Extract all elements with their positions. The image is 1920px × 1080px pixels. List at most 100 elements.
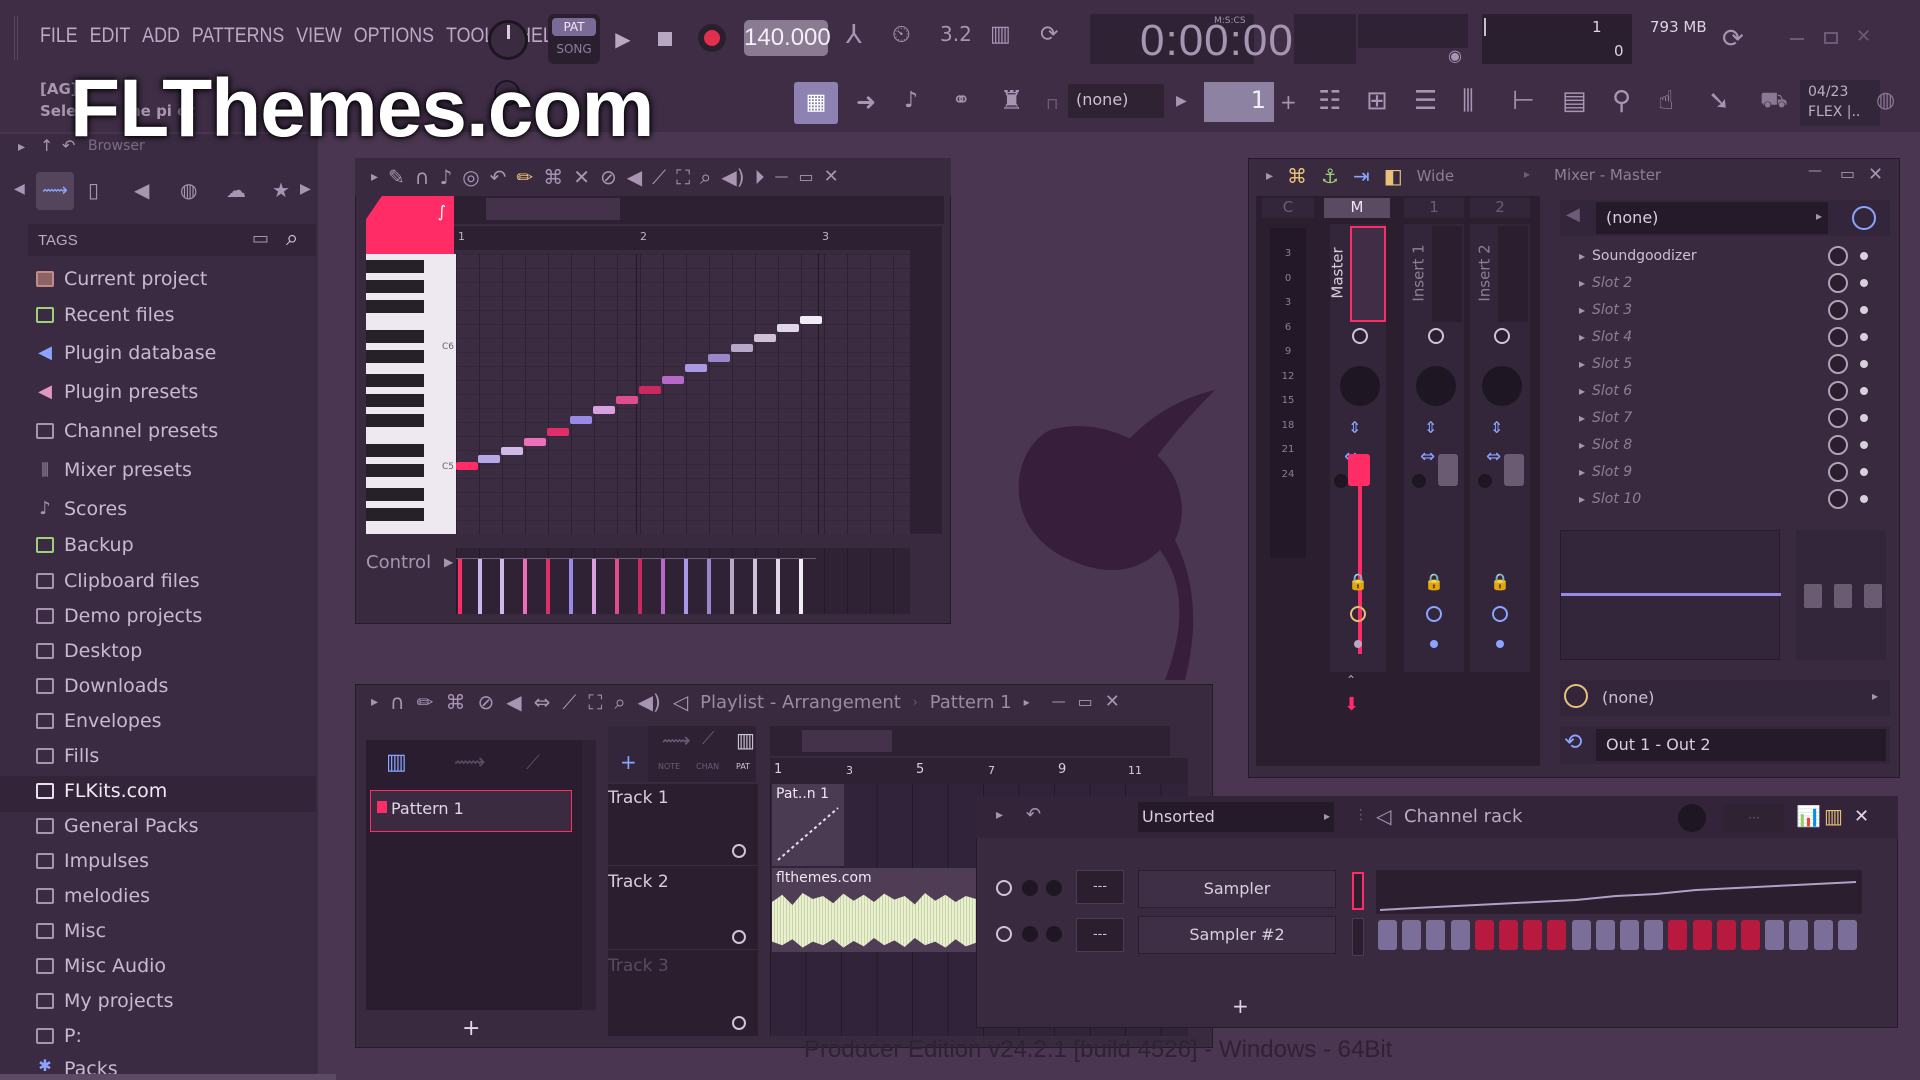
master-dot[interactable] xyxy=(1354,640,1362,648)
add-channel-icon[interactable]: + xyxy=(1232,996,1249,1016)
browser-item-p[interactable]: P: xyxy=(36,1025,82,1047)
pl-options-icon[interactable]: ▸ xyxy=(371,695,378,709)
slide-icon[interactable]: ♪ xyxy=(904,90,918,112)
pl-magnet-icon[interactable]: ∩ xyxy=(390,692,405,712)
note-grid[interactable] xyxy=(456,254,910,534)
slot-enable-icon[interactable] xyxy=(1858,358,1870,370)
pl-overview-window[interactable] xyxy=(802,730,892,752)
master-strip[interactable]: Master ⇕ ⇔ 🔒 xyxy=(1329,224,1386,672)
note[interactable] xyxy=(524,438,546,446)
record-button[interactable] xyxy=(698,24,726,52)
mixer-mode[interactable]: Wide xyxy=(1417,167,1454,185)
loop-record-icon[interactable]: ⟳ xyxy=(1040,24,1058,46)
pl-zoom-icon[interactable]: ⌕ xyxy=(614,692,625,712)
cr-close-icon[interactable]: ✕ xyxy=(1854,808,1869,826)
step-button[interactable] xyxy=(1692,920,1712,950)
wait-record-icon[interactable]: ⏲ xyxy=(892,22,911,46)
track-1-mute-icon[interactable] xyxy=(732,844,746,858)
pr-note-icon[interactable]: ♪ xyxy=(439,167,452,187)
minimize-icon[interactable] xyxy=(1790,38,1804,40)
browser-item-demo-projects[interactable]: Demo projects xyxy=(36,605,202,627)
playlist-pattern-selector[interactable]: Pattern 1 xyxy=(930,692,1012,713)
insert-2-swap-icon[interactable]: ⇔ xyxy=(1486,448,1501,466)
insert-1-knob-small[interactable] xyxy=(1412,474,1426,488)
stamp-icon[interactable]: ♜ xyxy=(1000,88,1023,114)
track-2-mute-icon[interactable] xyxy=(732,930,746,944)
step-button[interactable] xyxy=(1499,920,1518,950)
step-button[interactable] xyxy=(1474,920,1494,950)
ch2-enable-icon[interactable] xyxy=(996,926,1012,942)
pl-close-icon[interactable]: ✕ xyxy=(1105,693,1120,711)
insert-1-fader[interactable] xyxy=(1438,454,1458,486)
mixer-timer-icon[interactable] xyxy=(1852,206,1876,230)
search-icon[interactable]: ⌕ xyxy=(286,228,298,250)
slot-enable-icon[interactable] xyxy=(1858,304,1870,316)
slot-enable-icon[interactable] xyxy=(1858,439,1870,451)
speaker-mute-icon[interactable]: ◀ xyxy=(627,167,642,187)
browser-item-general-packs[interactable]: General Packs xyxy=(36,815,199,837)
step-button[interactable] xyxy=(1595,920,1615,950)
send-bar[interactable]: (none) ▸ xyxy=(1560,680,1890,716)
fx-slot-9[interactable]: ▸ Slot 9 xyxy=(1572,459,1872,485)
pr-target-icon[interactable]: ◎ xyxy=(462,167,479,187)
pl-speaker-icon[interactable]: ◁ xyxy=(673,692,688,712)
insert-2-stereo-icon[interactable]: ⇕ xyxy=(1490,420,1503,436)
velocity-lane[interactable] xyxy=(456,548,910,614)
pl-maximize-icon[interactable]: ▭ xyxy=(1078,694,1093,710)
folder-icon[interactable]: ▭ xyxy=(252,230,269,248)
close-icon[interactable]: ✕ xyxy=(1856,28,1871,46)
note[interactable] xyxy=(616,396,638,404)
menu-view[interactable]: VIEW xyxy=(296,24,342,48)
snap-selector[interactable]: (none) xyxy=(1068,84,1164,118)
note[interactable] xyxy=(639,386,661,394)
insert-1-swap-icon[interactable]: ⇔ xyxy=(1420,448,1435,466)
slot-enable-icon[interactable] xyxy=(1858,466,1870,478)
delete-icon[interactable]: ✕ xyxy=(573,167,590,187)
wrench-icon[interactable]: ✎ xyxy=(388,167,405,187)
mixer-preset-selector[interactable]: (none) xyxy=(1596,202,1828,234)
pr-close-icon[interactable]: ✕ xyxy=(824,168,839,186)
step-button[interactable] xyxy=(1644,920,1664,950)
step-button[interactable] xyxy=(1789,920,1809,950)
route-up-icon[interactable]: ⌃ xyxy=(1346,674,1356,686)
cr-undo-icon[interactable]: ↶ xyxy=(1026,806,1041,824)
menu-edit[interactable]: EDIT xyxy=(90,24,131,48)
mute-icon[interactable]: ⊘ xyxy=(600,167,617,187)
mixer-preset-arrow-icon[interactable]: ▸ xyxy=(1816,210,1822,222)
slot-enable-icon[interactable] xyxy=(1858,412,1870,424)
control-label[interactable]: Control xyxy=(366,552,431,573)
fx-slot-3[interactable]: ▸ Slot 3 xyxy=(1572,297,1872,323)
pr-arrow-icon[interactable]: ⏵ xyxy=(755,167,765,187)
step-button[interactable] xyxy=(1450,920,1470,950)
picker-pattern-icon[interactable]: ▥ xyxy=(386,752,407,774)
insert-2-lock-icon[interactable]: 🔒 xyxy=(1490,574,1510,590)
browser-item-misc-audio[interactable]: Misc Audio xyxy=(36,955,166,977)
note[interactable] xyxy=(456,462,478,470)
browser-item-flkits[interactable]: FLKits.com xyxy=(36,780,167,802)
step-button[interactable] xyxy=(1547,920,1567,950)
tempo-display[interactable]: 140.000 xyxy=(744,20,831,56)
output-bar[interactable]: ⟲ Out 1 - Out 2 xyxy=(1560,726,1890,764)
fx-slot-10[interactable]: ▸ Slot 10 xyxy=(1572,486,1872,512)
note[interactable] xyxy=(800,316,822,324)
insert-1-clock-icon[interactable] xyxy=(1426,606,1442,622)
step-button[interactable] xyxy=(1378,920,1397,950)
browser-item-desktop[interactable]: Desktop xyxy=(36,640,142,662)
step-button[interactable] xyxy=(1668,920,1688,950)
cloud-icon[interactable]: ☁ xyxy=(226,180,246,200)
track-1-header[interactable]: Track 1 xyxy=(608,784,758,866)
note[interactable] xyxy=(731,344,753,352)
fx-slot-6[interactable]: ▸ Slot 6 xyxy=(1572,378,1872,404)
browser-item-current-project[interactable]: Current project xyxy=(36,268,207,290)
insert-2-fader[interactable] xyxy=(1504,454,1524,486)
cr-graph-icon[interactable]: 📊 xyxy=(1796,806,1821,826)
slot-mix-knob[interactable] xyxy=(1828,273,1848,293)
browser-item-mixer-presets[interactable]: ⫼ Mixer presets xyxy=(36,459,192,481)
insert-2-strip[interactable]: Insert 2 ⇕ ⇔ 🔒 xyxy=(1470,224,1530,672)
master-lock-icon[interactable]: 🔒 xyxy=(1348,574,1368,590)
browser-item-plugin-presets[interactable]: ◀ Plugin presets xyxy=(36,381,198,403)
note[interactable] xyxy=(685,364,707,372)
menu-add[interactable]: ADD xyxy=(142,24,180,48)
mixer-minimize-icon[interactable]: — xyxy=(1808,164,1822,178)
mixer-maximize-icon[interactable]: ▭ xyxy=(1840,166,1855,182)
